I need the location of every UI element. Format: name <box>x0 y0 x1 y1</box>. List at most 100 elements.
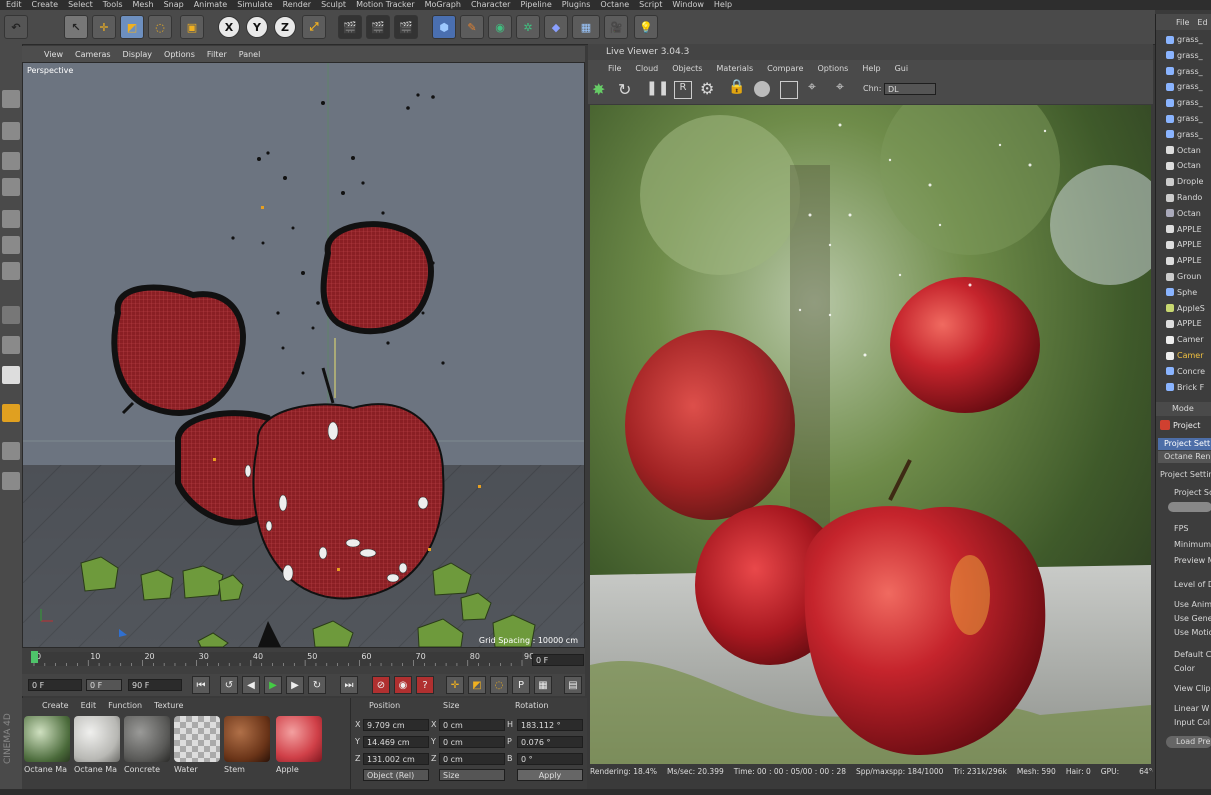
spline-pen-icon[interactable]: ✎ <box>460 15 484 39</box>
texture-mode-icon[interactable] <box>2 152 20 170</box>
menu-item[interactable]: Script <box>639 0 662 10</box>
y-axis-lock-button[interactable]: Y <box>246 16 268 38</box>
menu-item[interactable]: Simulate <box>237 0 272 10</box>
menu-item[interactable]: MoGraph <box>425 0 461 10</box>
viewport-menu-view[interactable]: View <box>44 50 63 59</box>
timeline[interactable]: 0 10 20 30 40 50 60 70 80 90 0 F <box>22 648 585 674</box>
edges-mode-icon[interactable] <box>2 236 20 254</box>
rotate-tool-icon[interactable]: ◌ <box>148 15 172 39</box>
tab-project-settings[interactable]: Project Setti <box>1158 438 1211 450</box>
menu-item[interactable]: Pipeline <box>520 0 551 10</box>
move-tool-icon[interactable]: ✛ <box>92 15 116 39</box>
cloner-icon[interactable]: ✲ <box>516 15 540 39</box>
next-frame-icon[interactable]: ▶ <box>286 676 304 694</box>
camera-icon[interactable]: 🎥 <box>604 15 628 39</box>
menu-item[interactable]: Octane <box>600 0 629 10</box>
object-row[interactable]: Camer <box>1156 348 1211 363</box>
material-swatch[interactable]: Stem <box>224 716 270 774</box>
workplane-icon[interactable] <box>2 178 20 196</box>
object-row[interactable]: APPLE <box>1156 222 1211 237</box>
menu-item[interactable]: Tools <box>103 0 123 10</box>
render-settings-icon[interactable]: 🎬 <box>394 15 418 39</box>
axis-mode-icon[interactable] <box>2 306 20 324</box>
position-y-field[interactable]: 14.469 cm <box>363 736 429 748</box>
size-x-field[interactable]: 0 cm <box>439 719 505 731</box>
solo-mode-icon[interactable] <box>2 472 20 490</box>
material-swatch[interactable]: Concrete <box>124 716 170 774</box>
rotation-b-field[interactable]: 0 ° <box>517 753 583 765</box>
material-preview-icon[interactable] <box>754 81 770 97</box>
go-to-start-icon[interactable]: ⏮ <box>192 676 210 694</box>
attributes-mode-menu[interactable]: Mode <box>1156 402 1211 416</box>
render-picture-viewer-icon[interactable]: 🎬 <box>366 15 390 39</box>
cube-primitive-icon[interactable]: ⬢ <box>432 15 456 39</box>
material-menu-function[interactable]: Function <box>108 701 142 710</box>
live-menu-file[interactable]: File <box>608 64 621 73</box>
go-to-end-icon[interactable]: ⏭ <box>340 676 358 694</box>
object-row[interactable]: Octan <box>1156 158 1211 173</box>
play-icon[interactable]: ▶ <box>264 676 282 694</box>
polygons-mode-icon[interactable] <box>2 262 20 280</box>
object-row[interactable]: Sphe <box>1156 285 1211 300</box>
z-axis-lock-button[interactable]: Z <box>274 16 296 38</box>
material-swatch[interactable]: Octane Ma <box>74 716 120 774</box>
object-row[interactable]: Groun <box>1156 269 1211 284</box>
undo-icon[interactable]: ↶ <box>4 15 28 39</box>
menu-item[interactable]: Snap <box>164 0 184 10</box>
live-menu-gui[interactable]: Gui <box>895 64 909 73</box>
object-row[interactable]: grass_ <box>1156 95 1211 110</box>
region-render-icon[interactable]: R <box>674 81 692 99</box>
tab-octane-render[interactable]: Octane Ren <box>1158 451 1211 463</box>
planar-workplane-icon[interactable] <box>2 442 20 460</box>
menu-item[interactable]: Create <box>32 0 59 10</box>
menu-item[interactable]: Sculpt <box>321 0 346 10</box>
points-mode-icon[interactable] <box>2 210 20 228</box>
key-scale-icon[interactable]: ◩ <box>468 676 486 694</box>
object-row[interactable]: grass_ <box>1156 64 1211 79</box>
material-swatch[interactable]: Water <box>174 716 220 774</box>
timeline-playhead[interactable] <box>31 651 38 663</box>
x-axis-lock-button[interactable]: X <box>218 16 240 38</box>
menu-item[interactable]: Animate <box>194 0 228 10</box>
channel-select[interactable]: DL <box>884 83 936 95</box>
material-swatch[interactable]: Apple <box>276 716 322 774</box>
live-menu-options[interactable]: Options <box>817 64 848 73</box>
rotation-h-field[interactable]: 183.112 ° <box>517 719 583 731</box>
object-row[interactable]: grass_ <box>1156 127 1211 142</box>
current-frame-field[interactable]: 0 F <box>86 679 122 691</box>
object-row[interactable]: Brick F <box>1156 380 1211 395</box>
object-row[interactable]: grass_ <box>1156 48 1211 63</box>
object-menu-edit[interactable]: Ed <box>1197 18 1207 27</box>
record-icon[interactable]: ⊘ <box>372 676 390 694</box>
light-icon[interactable]: 💡 <box>634 15 658 39</box>
editor-viewport[interactable]: Perspective Grid Spacing : 10000 cm <box>22 62 585 648</box>
size-mode-select[interactable]: Size <box>439 769 505 781</box>
viewport-menu-filter[interactable]: Filter <box>207 50 227 59</box>
menu-item[interactable]: Window <box>672 0 704 10</box>
timeline-ruler[interactable]: 0 10 20 30 40 50 60 70 80 90 <box>22 648 585 674</box>
object-row[interactable]: Octan <box>1156 143 1211 158</box>
object-row[interactable]: Rando <box>1156 190 1211 205</box>
project-scale-slider[interactable] <box>1168 502 1211 512</box>
lock-icon[interactable]: 🔒 <box>728 79 745 95</box>
object-row[interactable]: Drople <box>1156 174 1211 189</box>
start-frame-field[interactable]: 0 F <box>28 679 82 691</box>
deformer-icon[interactable]: ◆ <box>544 15 568 39</box>
object-row[interactable]: Camer <box>1156 332 1211 347</box>
make-editable-icon[interactable] <box>2 90 20 108</box>
menu-item[interactable]: Edit <box>6 0 22 10</box>
key-parameter-icon[interactable]: P <box>512 676 530 694</box>
prev-key-icon[interactable]: ↺ <box>220 676 238 694</box>
object-row[interactable]: AppleS <box>1156 301 1211 316</box>
pick-focus-icon[interactable]: ⌖ <box>808 79 816 95</box>
pick-material-icon[interactable]: ⌖ <box>836 79 844 95</box>
render-view-icon[interactable]: 🎬 <box>338 15 362 39</box>
prev-frame-icon[interactable]: ◀ <box>242 676 260 694</box>
object-row[interactable]: grass_ <box>1156 79 1211 94</box>
live-menu-objects[interactable]: Objects <box>672 64 702 73</box>
key-pla-icon[interactable]: ▦ <box>534 676 552 694</box>
viewport-menu-options[interactable]: Options <box>164 50 195 59</box>
material-swatch[interactable]: Octane Ma <box>24 716 70 774</box>
menu-item[interactable]: Select <box>68 0 93 10</box>
apply-button[interactable]: Apply <box>517 769 583 781</box>
